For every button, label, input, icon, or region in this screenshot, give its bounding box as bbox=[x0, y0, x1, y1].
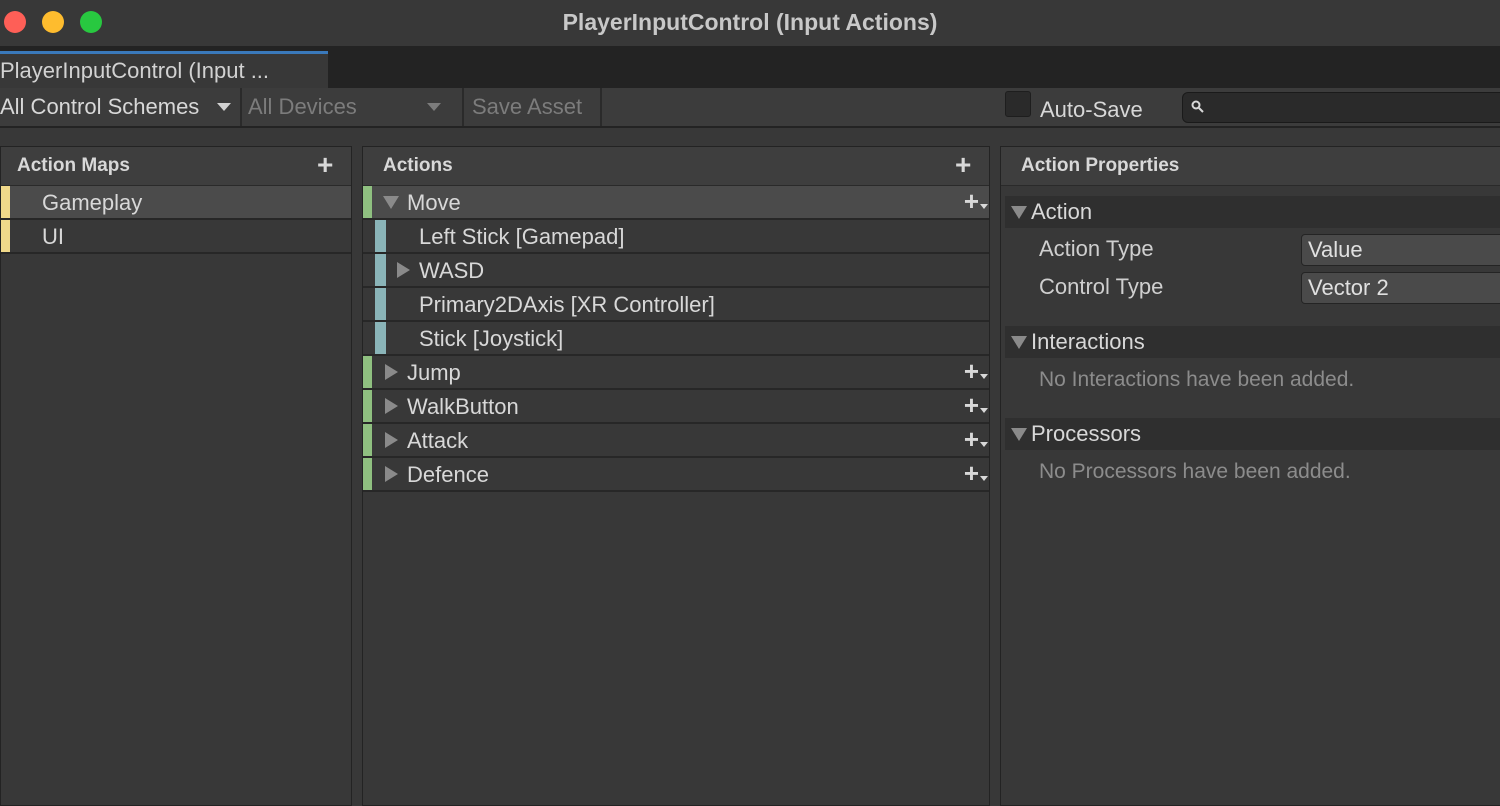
action-properties-title: Action Properties bbox=[1021, 155, 1180, 176]
binding-marker bbox=[375, 254, 386, 286]
control-schemes-label: All Control Schemes bbox=[0, 94, 200, 119]
interactions-section-label: Interactions bbox=[1031, 329, 1145, 354]
interactions-section-header[interactable]: Interactions bbox=[1005, 326, 1500, 358]
chevron-down-icon bbox=[217, 103, 231, 111]
search-icon bbox=[1191, 100, 1204, 113]
chevron-down-icon bbox=[979, 374, 988, 379]
expand-triangle-icon[interactable] bbox=[385, 432, 398, 448]
action-item-jump[interactable]: Jump + bbox=[363, 356, 989, 390]
action-section-label: Action bbox=[1031, 199, 1093, 224]
action-marker bbox=[363, 424, 372, 456]
auto-save-label: Auto-Save bbox=[1040, 97, 1143, 122]
action-maps-panel: Action Maps + Gameplay UI bbox=[0, 146, 352, 806]
processors-section-header[interactable]: Processors bbox=[1005, 418, 1500, 450]
action-marker bbox=[363, 390, 372, 422]
action-map-label: Gameplay bbox=[42, 190, 143, 215]
action-label: WalkButton bbox=[407, 394, 519, 419]
add-binding-plus-icon[interactable]: + bbox=[964, 460, 988, 486]
toolbar: All Control Schemes All Devices Save Ass… bbox=[0, 88, 1500, 128]
binding-item[interactable]: Primary2DAxis [XR Controller] bbox=[363, 288, 989, 322]
save-asset-label: Save Asset bbox=[472, 94, 583, 119]
action-marker bbox=[363, 458, 372, 490]
toolbar-divider bbox=[600, 88, 602, 126]
control-type-label: Control Type bbox=[1039, 274, 1164, 299]
action-label: Jump bbox=[407, 360, 461, 385]
action-item-walkbutton[interactable]: WalkButton + bbox=[363, 390, 989, 424]
devices-dropdown[interactable]: All Devices bbox=[242, 88, 452, 126]
binding-item[interactable]: Left Stick [Gamepad] bbox=[363, 220, 989, 254]
editor-tab[interactable]: PlayerInputControl (Input ... bbox=[0, 51, 328, 88]
action-label: Move bbox=[407, 190, 461, 215]
control-type-value: Vector 2 bbox=[1308, 275, 1389, 300]
window-title: PlayerInputControl (Input Actions) bbox=[562, 9, 938, 35]
action-map-item[interactable]: UI bbox=[1, 220, 351, 254]
binding-marker bbox=[375, 322, 386, 354]
action-label: Attack bbox=[407, 428, 469, 453]
binding-label: Left Stick [Gamepad] bbox=[419, 224, 625, 249]
expand-triangle-icon[interactable] bbox=[385, 364, 398, 380]
binding-marker bbox=[375, 220, 386, 252]
action-map-marker bbox=[1, 186, 10, 218]
action-marker bbox=[363, 186, 372, 218]
action-section-header[interactable]: Action bbox=[1005, 196, 1500, 228]
action-properties-panel: Action Properties Action Action Type Val… bbox=[1000, 146, 1500, 806]
expand-triangle-icon[interactable] bbox=[383, 196, 399, 209]
add-action-plus-icon[interactable]: + bbox=[955, 151, 971, 179]
add-binding-plus-icon[interactable]: + bbox=[964, 188, 988, 214]
action-maps-header: Action Maps + bbox=[1, 147, 351, 186]
add-binding-plus-icon[interactable]: + bbox=[964, 426, 988, 452]
action-type-value: Value bbox=[1308, 237, 1363, 262]
action-map-marker bbox=[1, 220, 10, 252]
action-marker bbox=[363, 356, 372, 388]
add-binding-plus-icon[interactable]: + bbox=[964, 392, 988, 418]
action-item-attack[interactable]: Attack + bbox=[363, 424, 989, 458]
action-map-item[interactable]: Gameplay bbox=[1, 186, 351, 220]
actions-header: Actions + bbox=[363, 147, 989, 186]
editor-tab-label: PlayerInputControl (Input ... bbox=[0, 58, 270, 83]
action-label: Defence bbox=[407, 462, 489, 487]
binding-marker bbox=[375, 288, 386, 320]
expand-triangle-icon[interactable] bbox=[385, 398, 398, 414]
actions-title: Actions bbox=[383, 155, 453, 176]
chevron-down-icon bbox=[427, 103, 441, 111]
control-schemes-dropdown[interactable]: All Control Schemes bbox=[0, 88, 240, 126]
action-type-dropdown[interactable]: Value bbox=[1301, 234, 1500, 266]
control-type-dropdown[interactable]: Vector 2 bbox=[1301, 272, 1500, 304]
binding-label: Stick [Joystick] bbox=[419, 326, 564, 351]
auto-save-checkbox[interactable] bbox=[1005, 91, 1031, 117]
add-binding-plus-icon[interactable]: + bbox=[964, 358, 988, 384]
interactions-empty-message: No Interactions have been added. bbox=[1039, 368, 1355, 391]
binding-item[interactable]: Stick [Joystick] bbox=[363, 322, 989, 356]
binding-item[interactable]: WASD bbox=[363, 254, 989, 288]
collapse-triangle-icon[interactable] bbox=[1011, 206, 1027, 219]
window-titlebar: PlayerInputControl (Input Actions) bbox=[0, 0, 1500, 46]
chevron-down-icon bbox=[979, 442, 988, 447]
save-asset-button[interactable]: Save Asset bbox=[464, 88, 600, 126]
action-properties-header: Action Properties bbox=[1001, 147, 1500, 186]
action-item-move[interactable]: Move + bbox=[363, 186, 989, 220]
expand-triangle-icon[interactable] bbox=[385, 466, 398, 482]
add-action-map-plus-icon[interactable]: + bbox=[317, 151, 333, 179]
chevron-down-icon bbox=[979, 204, 988, 209]
expand-triangle-icon[interactable] bbox=[397, 262, 410, 278]
action-type-label: Action Type bbox=[1039, 236, 1154, 261]
tab-strip: PlayerInputControl (Input ... bbox=[0, 46, 1500, 88]
action-map-label: UI bbox=[42, 224, 64, 249]
binding-label: WASD bbox=[419, 258, 485, 283]
actions-panel: Actions + Move + Left Stick [Gamepad] WA… bbox=[362, 146, 990, 806]
search-field[interactable] bbox=[1182, 92, 1500, 123]
processors-section-label: Processors bbox=[1031, 421, 1142, 446]
devices-label: All Devices bbox=[248, 94, 357, 119]
collapse-triangle-icon[interactable] bbox=[1011, 428, 1027, 441]
processors-empty-message: No Processors have been added. bbox=[1039, 460, 1351, 483]
collapse-triangle-icon[interactable] bbox=[1011, 336, 1027, 349]
binding-label: Primary2DAxis [XR Controller] bbox=[419, 292, 715, 317]
action-maps-title: Action Maps bbox=[17, 155, 130, 176]
chevron-down-icon bbox=[979, 476, 988, 481]
action-item-defence[interactable]: Defence + bbox=[363, 458, 989, 492]
chevron-down-icon bbox=[979, 408, 988, 413]
